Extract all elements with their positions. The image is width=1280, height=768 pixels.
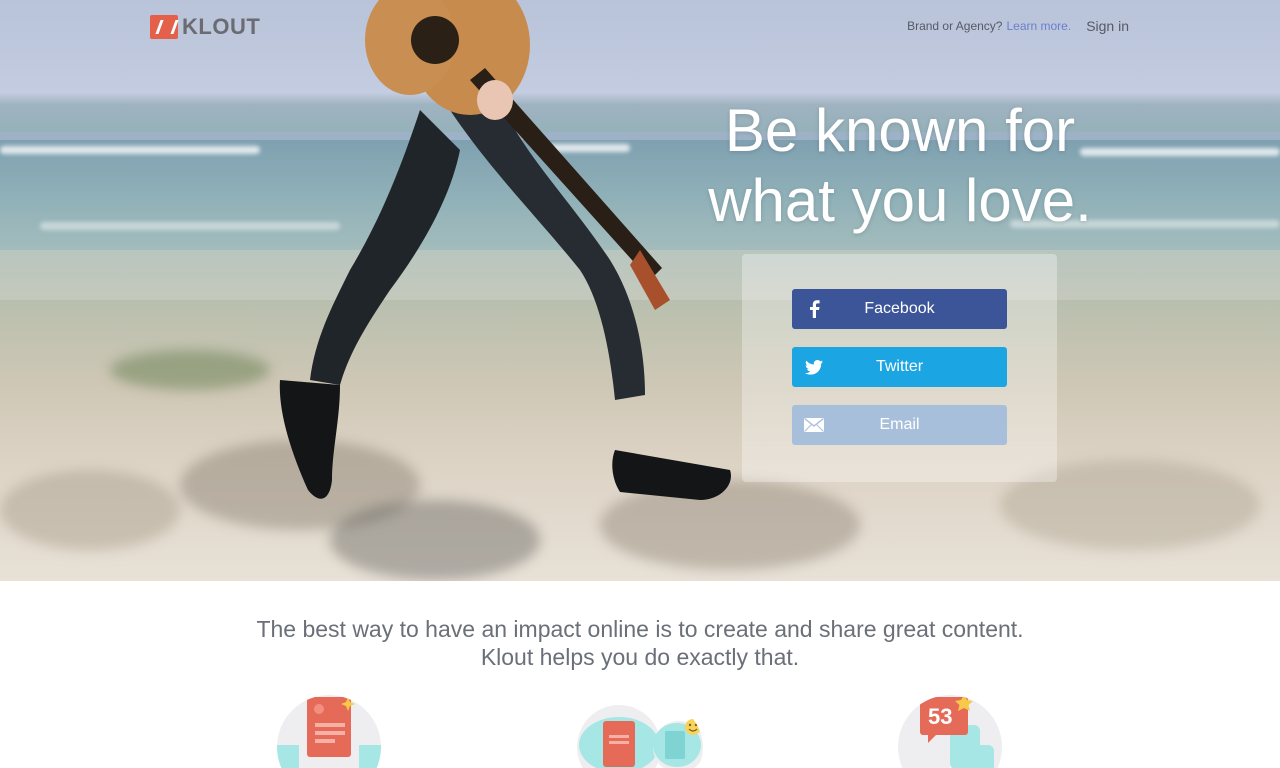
intro-line-1: The best way to have an impact online is… [256, 616, 1024, 642]
feature-share [577, 695, 703, 768]
twitter-icon [804, 357, 824, 377]
klout-logo[interactable]: KLOUT [150, 14, 260, 40]
wave [1080, 148, 1280, 156]
brand-prompt: Brand or Agency? [907, 19, 1003, 33]
feature-score: 53 [898, 695, 1002, 768]
document-sparkle-icon [277, 697, 381, 768]
feature-create [277, 695, 381, 768]
facebook-button[interactable]: Facebook [792, 289, 1007, 329]
documents-smiley-icon [577, 705, 703, 768]
hero-headline: Be known for what you love. [690, 96, 1110, 236]
klout-k-icon [150, 15, 178, 39]
learn-more-link[interactable]: Learn more. [1006, 19, 1071, 33]
top-nav: Brand or Agency? Learn more. Sign in [907, 18, 1129, 34]
twitter-label: Twitter [875, 358, 924, 375]
signup-panel: Facebook Twitter Email [742, 254, 1057, 482]
sign-in-link[interactable]: Sign in [1086, 18, 1129, 34]
intro-line-2: Klout helps you do exactly that. [480, 644, 800, 670]
twitter-button[interactable]: Twitter [792, 347, 1007, 387]
envelope-icon [804, 415, 824, 435]
logo-text: KLOUT [182, 14, 261, 39]
rock [0, 470, 180, 550]
facebook-label: Facebook [864, 300, 935, 317]
score-value: 53 [928, 704, 953, 729]
hero-banner: KLOUT Brand or Agency? Learn more. Sign … [0, 0, 1280, 581]
seaweed [110, 350, 270, 390]
headline-line-2: what you love. [708, 167, 1092, 234]
guitar-player-photo [279, 0, 731, 500]
intro-text: The best way to have an impact online is… [0, 615, 1280, 671]
wave [0, 146, 260, 154]
headline-line-1: Be known for [724, 97, 1076, 164]
email-label: Email [879, 416, 920, 433]
facebook-icon [804, 299, 824, 319]
email-button[interactable]: Email [792, 405, 1007, 445]
